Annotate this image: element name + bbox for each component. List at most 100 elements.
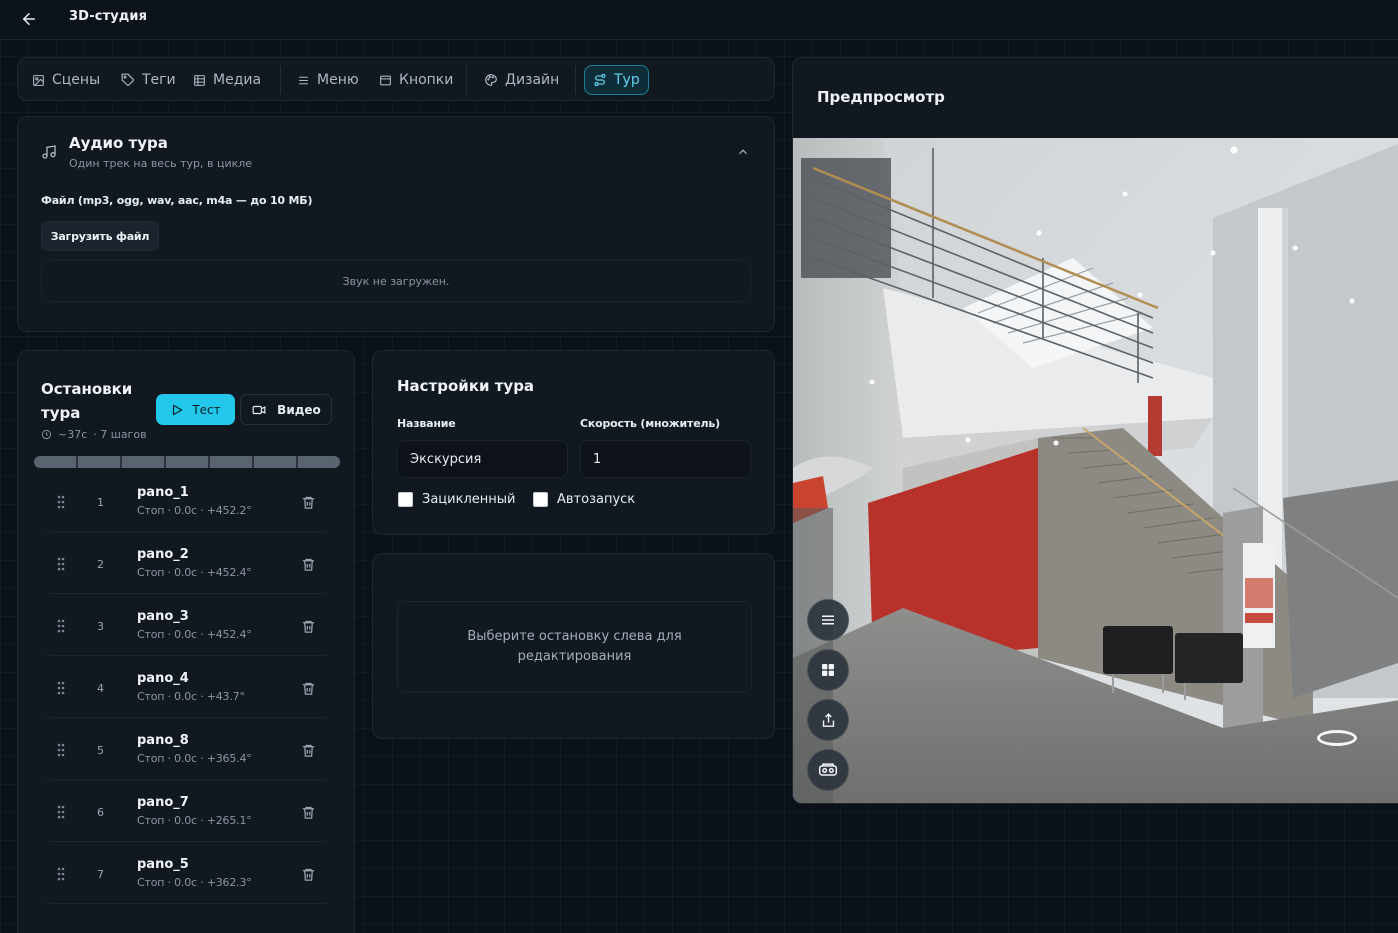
autostart-checkbox[interactable]	[533, 492, 548, 507]
stop-item[interactable]: 5 pano_8 Стоп · 0.0с · +365.4°	[41, 723, 333, 785]
stop-detail: Стоп · 0.0с · +365.4°	[137, 752, 252, 765]
timeline-segment[interactable]	[254, 456, 298, 468]
no-sound-message: Звук не загружен.	[41, 260, 751, 302]
stop-number: 2	[97, 558, 104, 571]
test-label: Тест	[192, 402, 221, 417]
trash-icon[interactable]	[299, 803, 317, 821]
image-icon	[32, 74, 45, 87]
tab-design[interactable]: Дизайн	[476, 65, 567, 95]
pano-menu-button[interactable]	[807, 599, 849, 641]
speed-label: Скорость (множитель)	[580, 417, 720, 430]
palette-icon	[484, 73, 498, 87]
tour-name-input[interactable]	[397, 440, 568, 478]
timeline-segment[interactable]	[166, 456, 210, 468]
loop-option[interactable]: Зацикленный	[398, 492, 515, 507]
tab-buttons[interactable]: Кнопки	[371, 65, 461, 95]
timeline-segment[interactable]	[298, 456, 340, 468]
stop-detail: Стоп · 0.0с · +452.4°	[137, 628, 252, 641]
timeline-segment[interactable]	[122, 456, 166, 468]
drag-handle-icon[interactable]	[55, 681, 67, 695]
tab-divider	[466, 66, 467, 94]
timeline-segment[interactable]	[210, 456, 254, 468]
tab-menu[interactable]: Меню	[289, 65, 367, 95]
tour-stops-panel: Остановки тура Тест Видео ~37с · 7 шагов…	[17, 350, 355, 933]
upload-file-button[interactable]: Загрузить файл	[41, 221, 159, 251]
pano-share-button[interactable]	[807, 699, 849, 741]
stop-number: 3	[97, 620, 104, 633]
stop-item[interactable]: 7 pano_5 Стоп · 0.0с · +362.3°	[41, 847, 333, 909]
tour-steps: · 7 шагов	[93, 428, 147, 441]
stop-item[interactable]: 2 pano_2 Стоп · 0.0с · +452.4°	[41, 537, 333, 599]
menu-icon	[297, 74, 310, 87]
panorama-image	[793, 138, 1398, 803]
test-button[interactable]: Тест	[156, 394, 235, 425]
play-icon	[170, 403, 184, 417]
loop-checkbox[interactable]	[398, 492, 413, 507]
autostart-label: Автозапуск	[557, 492, 636, 507]
stops-title: Остановки тура	[41, 380, 133, 422]
drag-handle-icon[interactable]	[55, 805, 67, 819]
menu-icon	[819, 611, 837, 629]
stop-item[interactable]: 4 pano_4 Стоп · 0.0с · +43.7°	[41, 661, 333, 723]
timeline-segment[interactable]	[34, 456, 78, 468]
tab-tour[interactable]: Тур	[584, 65, 649, 95]
stop-editor-panel: Выберите остановку слева для редактирова…	[372, 553, 775, 739]
stop-item[interactable]: 1 pano_1 Стоп · 0.0с · +452.2°	[41, 475, 333, 537]
stop-item[interactable]: 6 pano_7 Стоп · 0.0с · +265.1°	[41, 785, 333, 847]
trash-icon[interactable]	[299, 617, 317, 635]
stop-item[interactable]: 3 pano_3 Стоп · 0.0с · +452.4°	[41, 599, 333, 661]
audio-title: Аудио тура	[69, 134, 168, 152]
settings-title: Настройки тура	[397, 377, 535, 395]
back-arrow-icon[interactable]	[16, 6, 42, 32]
drag-handle-icon[interactable]	[55, 557, 67, 571]
trash-icon[interactable]	[299, 679, 317, 697]
app-title: 3D-студия	[69, 9, 148, 24]
tab-media[interactable]: Медиа	[185, 65, 269, 95]
tag-icon	[121, 73, 135, 87]
pano-grid-button[interactable]	[807, 649, 849, 691]
loop-label: Зацикленный	[422, 492, 516, 507]
tab-label: Кнопки	[399, 72, 454, 88]
navigation-hotspot[interactable]	[1317, 730, 1357, 746]
drag-handle-icon[interactable]	[55, 495, 67, 509]
name-label: Название	[397, 417, 456, 430]
autostart-option[interactable]: Автозапуск	[533, 492, 635, 507]
stop-number: 6	[97, 806, 104, 819]
panorama-viewer[interactable]	[793, 138, 1398, 803]
tab-label: Тур	[614, 72, 640, 88]
stop-name: pano_8	[137, 733, 189, 748]
stop-name: pano_3	[137, 609, 189, 624]
speed-input[interactable]	[580, 440, 751, 478]
stop-detail: Стоп · 0.0с · +452.4°	[137, 566, 252, 579]
trash-icon[interactable]	[299, 493, 317, 511]
chevron-up-icon[interactable]	[734, 143, 752, 161]
stop-number: 7	[97, 868, 104, 881]
trash-icon[interactable]	[299, 741, 317, 759]
vr-icon	[818, 762, 838, 778]
tab-scenes[interactable]: Сцены	[24, 65, 108, 95]
tab-label: Дизайн	[505, 72, 560, 88]
timeline-segment[interactable]	[78, 456, 122, 468]
tab-tags[interactable]: Теги	[113, 65, 184, 95]
video-button[interactable]: Видео	[240, 394, 332, 425]
trash-icon[interactable]	[299, 865, 317, 883]
clock-icon	[41, 429, 52, 440]
video-camera-icon	[251, 403, 267, 417]
tour-timeline[interactable]	[34, 456, 340, 468]
trash-icon[interactable]	[299, 555, 317, 573]
stop-detail: Стоп · 0.0с · +452.2°	[137, 504, 252, 517]
stop-name: pano_7	[137, 795, 189, 810]
stops-meta: ~37с · 7 шагов	[41, 428, 147, 441]
stop-name: pano_4	[137, 671, 189, 686]
tab-bar: Сцены Теги Медиа Меню Кнопки Дизайн Тур	[17, 57, 775, 101]
stop-number: 1	[97, 496, 104, 509]
tab-label: Теги	[142, 72, 176, 88]
tab-label: Сцены	[52, 72, 101, 88]
pano-vr-button[interactable]	[807, 749, 849, 791]
drag-handle-icon[interactable]	[55, 743, 67, 757]
drag-handle-icon[interactable]	[55, 867, 67, 881]
tour-settings-panel: Настройки тура Название Скорость (множит…	[372, 350, 775, 535]
tab-label: Меню	[317, 72, 359, 88]
tab-label: Медиа	[213, 72, 262, 88]
drag-handle-icon[interactable]	[55, 619, 67, 633]
